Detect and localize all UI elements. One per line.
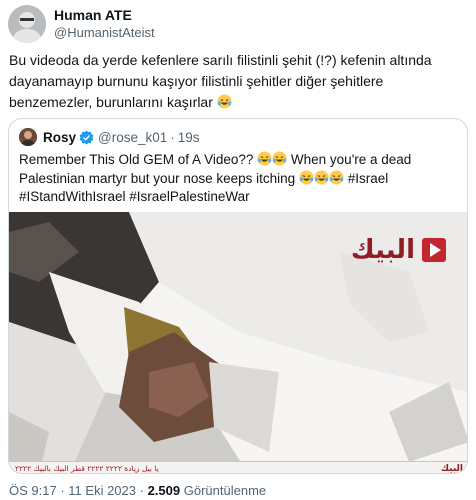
tweet-text: Bu videoda da yerde kefenlere sarılı fil…	[9, 50, 467, 113]
author-avatar[interactable]	[8, 5, 46, 43]
meta-separator: ·	[139, 483, 144, 498]
laughing-tears-icon	[217, 94, 232, 109]
quoted-avatar[interactable]	[19, 128, 37, 146]
play-logo-icon	[421, 237, 447, 263]
quoted-handle[interactable]: @rose_k01	[98, 130, 167, 145]
views-label: Görüntülenme	[183, 483, 267, 498]
tweet-header: Human ATE @HumanistAteist	[8, 4, 468, 44]
channel-logo: البيك	[351, 236, 447, 264]
tweet-date[interactable]: 11 Eki 2023	[68, 483, 136, 498]
laughing-tears-icon	[314, 169, 329, 185]
tweet-meta: ÖS 9:17 · 11 Eki 2023 · 2.509 Görüntülen…	[9, 483, 266, 498]
channel-logo-text: البيك	[350, 235, 415, 265]
quoted-display-name[interactable]: Rosy	[43, 130, 76, 145]
author-names: Human ATE @HumanistAteist	[54, 7, 155, 41]
quoted-header: Rosy @rose_k01 · 19s	[19, 128, 200, 146]
meta-separator: ·	[60, 483, 65, 498]
views-count[interactable]: 2.509	[148, 483, 181, 498]
quoted-video[interactable]: البيك يا بيل زيادة ٢٢٢٢ ٢٢٢٢ قطر البيك ب…	[9, 212, 467, 474]
ticker-text: يا بيل زيادة ٢٢٢٢ ٢٢٢٢ قطر البيك بالبيك …	[15, 464, 159, 473]
verified-badge-icon	[79, 130, 94, 145]
laughing-tears-icon	[329, 169, 344, 185]
quoted-text-part1: Remember This Old GEM of A Video??	[19, 152, 254, 167]
news-ticker: يا بيل زيادة ٢٢٢٢ ٢٢٢٢ قطر البيك بالبيك …	[9, 461, 467, 474]
quoted-time[interactable]: 19s	[178, 130, 200, 145]
quoted-tweet[interactable]: Rosy @rose_k01 · 19s Remember This Old G…	[8, 118, 468, 474]
laughing-tears-icon	[299, 169, 314, 185]
author-display-name[interactable]: Human ATE	[54, 7, 155, 24]
tweet-time[interactable]: ÖS 9:17	[9, 483, 57, 498]
quoted-separator: ·	[170, 129, 175, 145]
author-handle[interactable]: @HumanistAteist	[54, 24, 155, 41]
laughing-tears-icon	[257, 151, 272, 166]
quoted-text: Remember This Old GEM of A Video?? When …	[19, 151, 463, 207]
ticker-logo: البيك	[440, 463, 463, 474]
laughing-tears-icon	[272, 151, 287, 166]
